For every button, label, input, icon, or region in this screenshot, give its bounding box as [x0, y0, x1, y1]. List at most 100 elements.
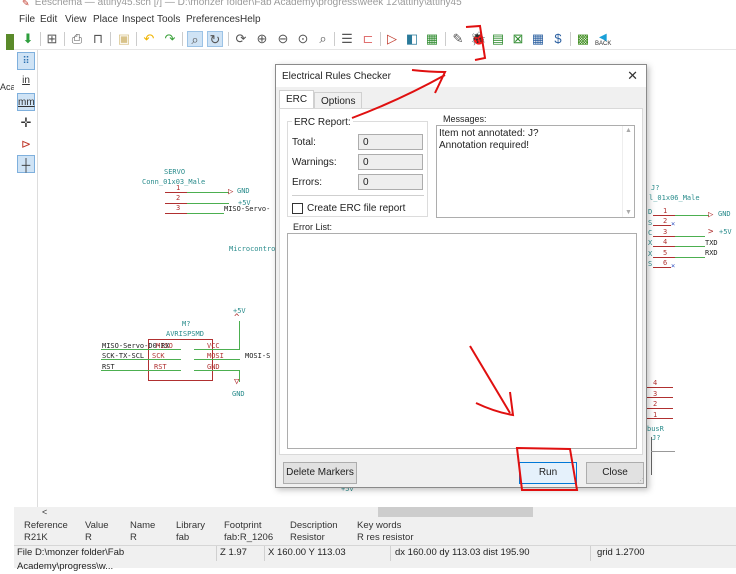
prop-header-footprint: Footprint — [224, 520, 262, 531]
units-mm-button[interactable]: mm — [17, 93, 35, 111]
dialog-title-bar[interactable]: Electrical Rules Checker ✕ — [276, 65, 646, 87]
isp-power-gnd: GND — [232, 390, 245, 398]
footprint-editor-icon[interactable]: ▦ — [424, 31, 440, 47]
window-title: Eeschema — attiny45.sch [/] — D:\monzer … — [34, 0, 462, 8]
run-button[interactable]: Run — [519, 462, 577, 484]
assign-footprints-icon[interactable]: ▤ — [490, 31, 506, 47]
servo-ref: SERVO — [164, 168, 186, 176]
create-report-checkbox[interactable] — [292, 203, 303, 214]
find-icon[interactable]: ⌕ — [187, 31, 203, 47]
status-zoom: Z 1.97 — [217, 546, 265, 561]
paste-icon[interactable]: ▣ — [116, 31, 132, 47]
redo-icon[interactable]: ↷ — [162, 31, 178, 47]
plot-icon[interactable]: ⊓ — [90, 31, 106, 47]
prop-header-reference: Reference — [24, 520, 68, 531]
pcbnew-icon[interactable]: ▩ — [575, 31, 591, 47]
ftdi-net-txd: TXD — [705, 239, 718, 247]
bom-table-icon[interactable]: ▦ — [530, 31, 546, 47]
ftdi-ref: J? — [651, 184, 660, 192]
tab-options[interactable]: Options — [314, 92, 363, 108]
no-connect-icon: × — [671, 262, 676, 270]
prop-header-value: Value — [85, 520, 109, 531]
redraw-icon[interactable]: ⟳ — [233, 31, 249, 47]
hidden-pins-icon[interactable]: ⊳ — [17, 135, 35, 153]
menu-view[interactable]: View — [65, 14, 87, 25]
messages-label: Messages: — [443, 114, 487, 124]
ftdi-pin-name: S — [648, 219, 653, 227]
delete-markers-button[interactable]: Delete Markers — [283, 462, 357, 484]
grid-toggle-icon[interactable]: ⠿ — [17, 52, 35, 70]
busr-pin-4: 4 — [653, 379, 658, 387]
ftdi-net-rxd: RXD — [705, 249, 718, 257]
toolbar-separator — [380, 32, 381, 46]
symbol-browser-icon[interactable]: ◧ — [404, 31, 420, 47]
resize-grip-icon[interactable]: ⋰ — [637, 477, 644, 485]
messages-scrollbar[interactable]: ▲ ▼ — [622, 126, 634, 217]
wire — [194, 349, 240, 350]
tab-erc[interactable]: ERC — [279, 90, 315, 108]
menu-tools[interactable]: Tools — [157, 14, 180, 25]
ftdi-pin-name: C — [648, 229, 653, 237]
prop-value-value: R — [85, 532, 92, 543]
menu-preferences[interactable]: Preferences — [186, 14, 240, 25]
busr-pin-line — [647, 387, 673, 388]
wire-angle-icon[interactable]: ┼ — [17, 155, 35, 173]
error-list-label: Error List: — [293, 222, 333, 232]
message-line: Item not annotated: J? — [439, 128, 539, 139]
page-settings-icon[interactable]: ⊞ — [44, 31, 60, 47]
zoom-selection-icon[interactable]: ⌕ — [315, 31, 331, 47]
error-list[interactable] — [287, 233, 637, 449]
menu-inspect[interactable]: Inspect — [122, 14, 154, 25]
ftdi-pin-name: X — [648, 239, 653, 247]
menu-help[interactable]: Help — [240, 14, 261, 25]
ftdi-pin-6: 6 — [663, 259, 668, 267]
servo-pin-1: 1 — [176, 184, 181, 192]
find-replace-icon[interactable]: ↻ — [207, 31, 223, 47]
total-label: Total: — [292, 137, 316, 148]
menu-bar: File Edit View Place Inspect Tools Prefe… — [0, 13, 736, 28]
gnd-symbol: ▷ — [228, 187, 234, 197]
menu-file[interactable]: File — [19, 14, 35, 25]
zoom-in-icon[interactable]: ⊕ — [254, 31, 270, 47]
servo-pin-line — [165, 192, 187, 193]
erc-icon[interactable]: 🐞 — [470, 31, 486, 47]
scroll-up-icon[interactable]: ▲ — [625, 127, 632, 134]
scroll-left-icon[interactable]: < — [42, 507, 47, 517]
menu-place[interactable]: Place — [93, 14, 118, 25]
toolbar-separator — [228, 32, 229, 46]
servo-pin-3: 3 — [176, 204, 181, 212]
hierarchy-navigator-icon[interactable]: ☰ — [339, 31, 355, 47]
eeschema-app-icon: ✎ — [22, 0, 30, 8]
back-icon[interactable]: ◀ BACK — [595, 31, 611, 47]
divider — [292, 195, 424, 196]
wire — [187, 203, 229, 204]
menu-edit[interactable]: Edit — [40, 14, 57, 25]
ftdi-net-gnd: GND — [718, 210, 731, 218]
print-icon[interactable]: ⎙ — [69, 31, 85, 47]
ftdi-pin-name: X — [648, 250, 653, 258]
zoom-out-icon[interactable]: ⊖ — [275, 31, 291, 47]
ftdi-pin-3: 3 — [663, 228, 668, 236]
units-inches-button[interactable]: in — [17, 72, 35, 90]
symbol-editor-icon[interactable]: ▷ — [384, 31, 400, 47]
toolbar-separator — [570, 32, 571, 46]
busr-pin-2: 2 — [653, 400, 658, 408]
prop-header-name: Name — [130, 520, 156, 531]
netlist-icon[interactable]: ⊠ — [510, 31, 526, 47]
annotate-icon[interactable]: ✎ — [450, 31, 466, 47]
isp-net-sck: SCK-TX-SCL — [102, 352, 145, 360]
close-button[interactable]: Close — [586, 462, 644, 484]
main-toolbar: ⬇ ⊞ ⎙ ⊓ ▣ ↶ ↷ ⌕ ↻ ⟳ ⊕ ⊖ ⊙ ⌕ ☰ ⊏ ▷ ◧ ▦ ✎ … — [0, 28, 736, 50]
cursor-shape-icon[interactable]: ✛ — [17, 114, 35, 132]
bom-icon[interactable]: $ — [550, 31, 566, 47]
pcb-layer-icon — [6, 34, 14, 50]
zoom-fit-icon[interactable]: ⊙ — [295, 31, 311, 47]
horizontal-scrollbar-thumb[interactable] — [378, 507, 533, 517]
close-icon[interactable]: ✕ — [627, 68, 638, 84]
leave-sheet-icon[interactable]: ⊏ — [360, 31, 376, 47]
save-icon[interactable]: ⬇ — [20, 31, 36, 47]
undo-icon[interactable]: ↶ — [141, 31, 157, 47]
ftdi-net-5v: +5V — [719, 228, 732, 236]
scroll-down-icon[interactable]: ▼ — [625, 209, 632, 216]
messages-box[interactable]: Item not annotated: J? Annotation requir… — [436, 125, 635, 218]
